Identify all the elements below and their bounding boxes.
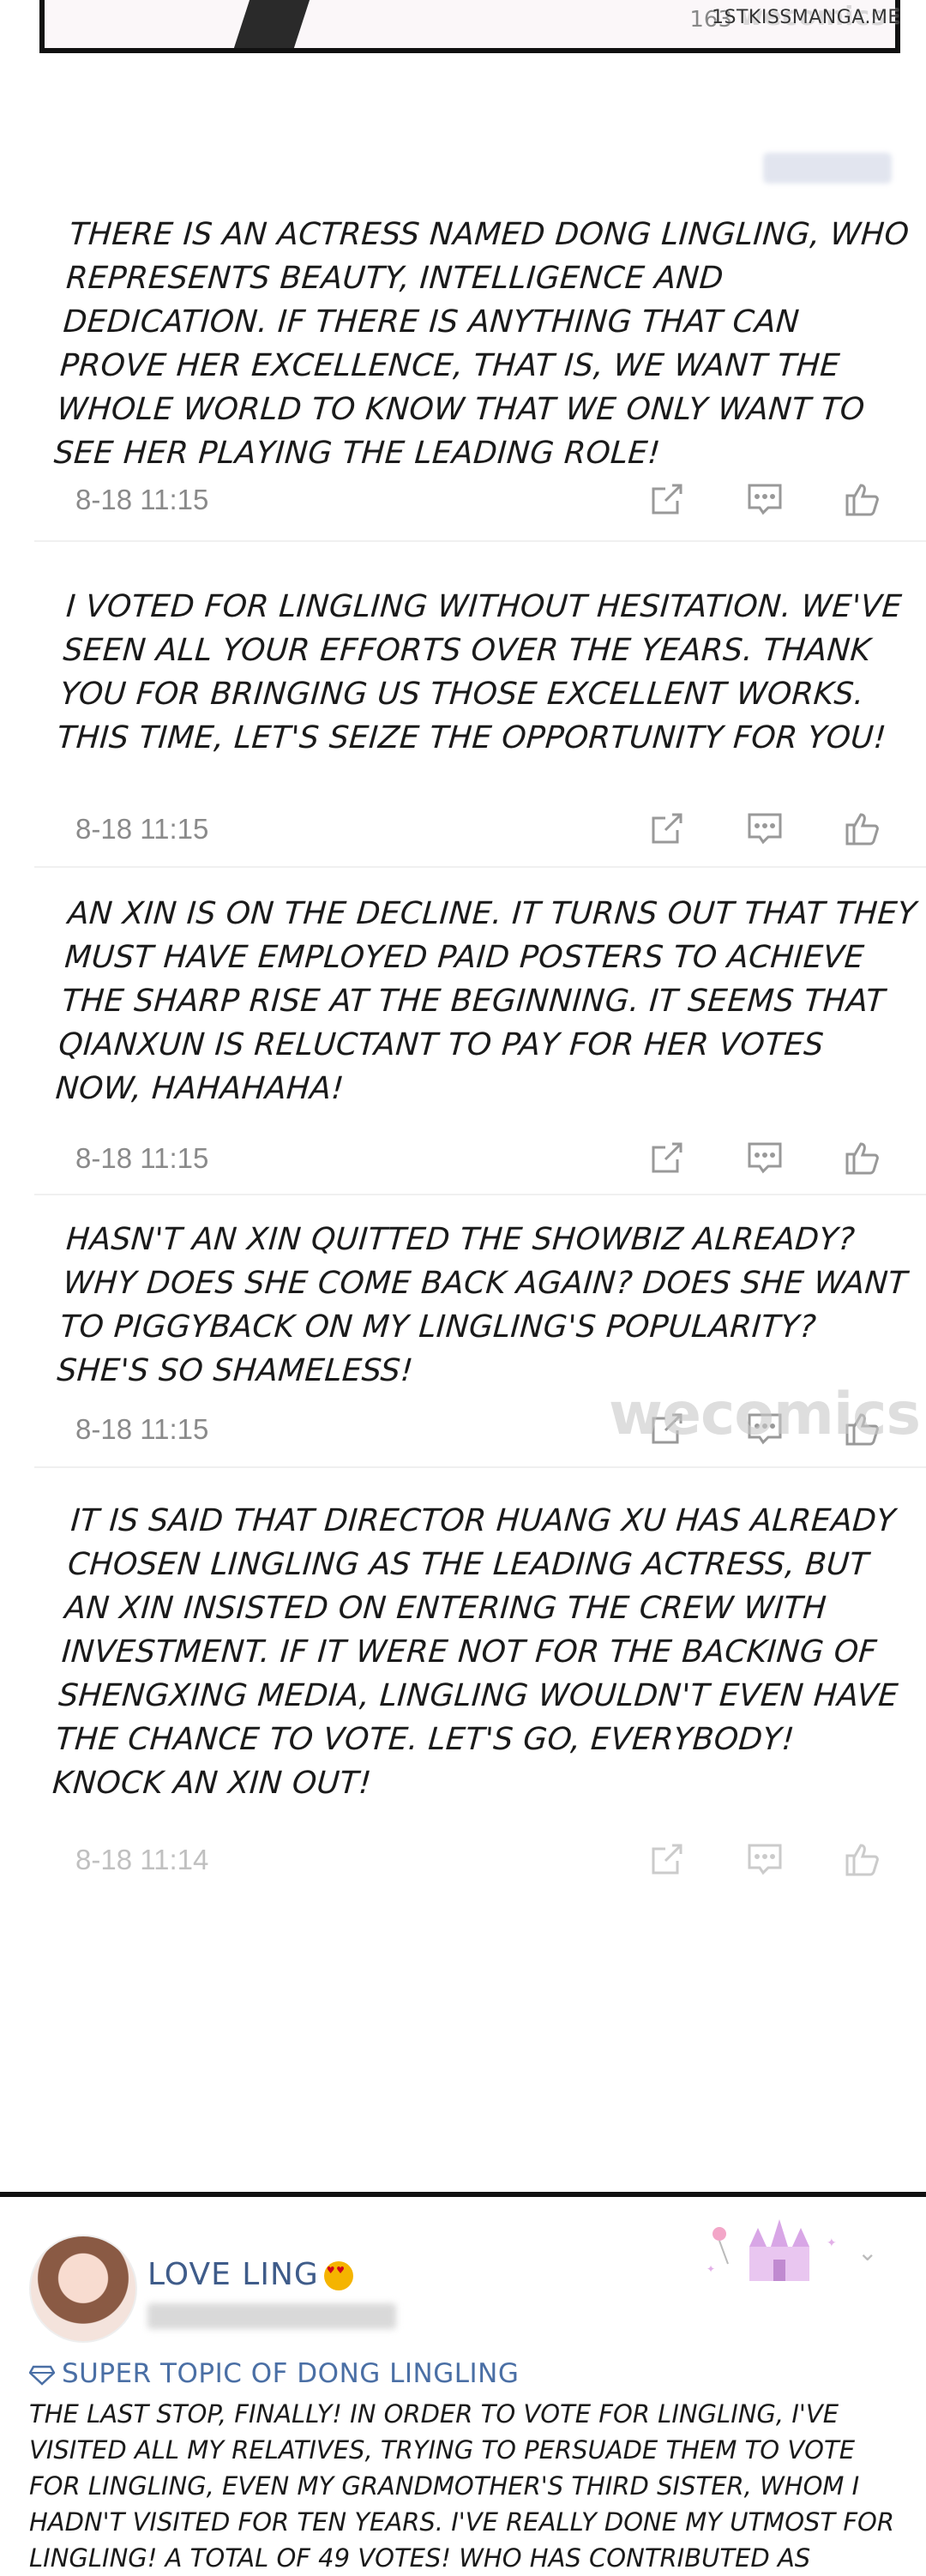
comment-meta: 8-18 11:15 (0, 477, 926, 520)
comment-text: I voted for Lingling without hesitation.… (56, 589, 904, 755)
share-icon[interactable] (648, 810, 686, 847)
comment-icon[interactable] (746, 480, 784, 518)
castle-badge-icon: ✦ ✦ (707, 2219, 837, 2281)
comment-text: It is said that director Huang Xu has al… (51, 1503, 899, 1801)
divider (34, 866, 926, 868)
comment-item: Hasn't An Xin quitted the showbiz alread… (0, 1218, 926, 1393)
comment-text: There is an actress named Dong Lingling,… (52, 217, 911, 471)
svg-text:✦: ✦ (707, 2263, 715, 2275)
comment-timestamp: 8-18 11:15 (75, 813, 209, 845)
comment-icon[interactable] (746, 810, 784, 847)
wecomics-watermark: wecomics (609, 1381, 921, 1448)
blurred-label (763, 153, 892, 184)
diamond-icon (28, 2365, 56, 2386)
post-panel: LOVE LING ✦ ✦ ⌄ SUPER TOPIC OF DONG LING… (0, 2197, 926, 2573)
blurred-post-meta (147, 2303, 396, 2329)
svg-text:✦: ✦ (827, 2236, 837, 2250)
topic-label: SUPER TOPIC OF DONG LINGLING (62, 2358, 520, 2389)
comment-timestamp: 8-18 11:15 (75, 1142, 209, 1174)
comment-item: I voted for Lingling without hesitation.… (0, 585, 926, 760)
username-text: LOVE LING (147, 2257, 319, 2292)
divider (34, 1466, 926, 1468)
thumbs-up-icon[interactable] (844, 480, 881, 518)
share-icon[interactable] (648, 480, 686, 518)
share-icon[interactable] (648, 1840, 686, 1878)
comment-timestamp: 8-18 11:15 (75, 1413, 209, 1445)
avatar[interactable] (29, 2235, 137, 2343)
comment-text: Hasn't An Xin quitted the showbiz alread… (56, 1222, 909, 1388)
super-topic-link[interactable]: SUPER TOPIC OF DONG LINGLING (28, 2358, 520, 2389)
post-username[interactable]: LOVE LING (147, 2257, 353, 2292)
comment-meta: 8-18 11:15 (0, 806, 926, 849)
comment-icon[interactable] (746, 1139, 784, 1177)
comment-icon[interactable] (746, 1840, 784, 1878)
site-watermark: 1STKISSMANGA.ME (712, 7, 900, 28)
heart-eyes-emoji-icon (323, 2261, 353, 2290)
post-text: The last stop, finally! In order to vote… (29, 2399, 895, 2573)
divider (34, 1194, 926, 1195)
divider (34, 540, 926, 542)
thumbs-up-icon[interactable] (844, 1139, 881, 1177)
thumbs-up-icon[interactable] (844, 810, 881, 847)
comment-text: An Xin is on the decline. It turns out t… (54, 896, 918, 1106)
thumbs-up-icon[interactable] (844, 1840, 881, 1878)
comment-timestamp: 8-18 11:15 (75, 484, 209, 515)
chevron-down-icon[interactable]: ⌄ (857, 2238, 877, 2266)
comment-item: An Xin is on the decline. It turns out t… (0, 892, 926, 1110)
comment-meta: 8-18 11:15 (0, 1135, 926, 1178)
comment-item: There is an actress named Dong Lingling,… (0, 213, 926, 475)
share-icon[interactable] (648, 1139, 686, 1177)
panel-artwork (233, 0, 310, 48)
comment-meta: 8-18 11:14 (0, 1837, 926, 1880)
comment-item: It is said that director Huang Xu has al… (0, 1499, 926, 1805)
comment-timestamp: 8-18 11:14 (75, 1844, 209, 1875)
